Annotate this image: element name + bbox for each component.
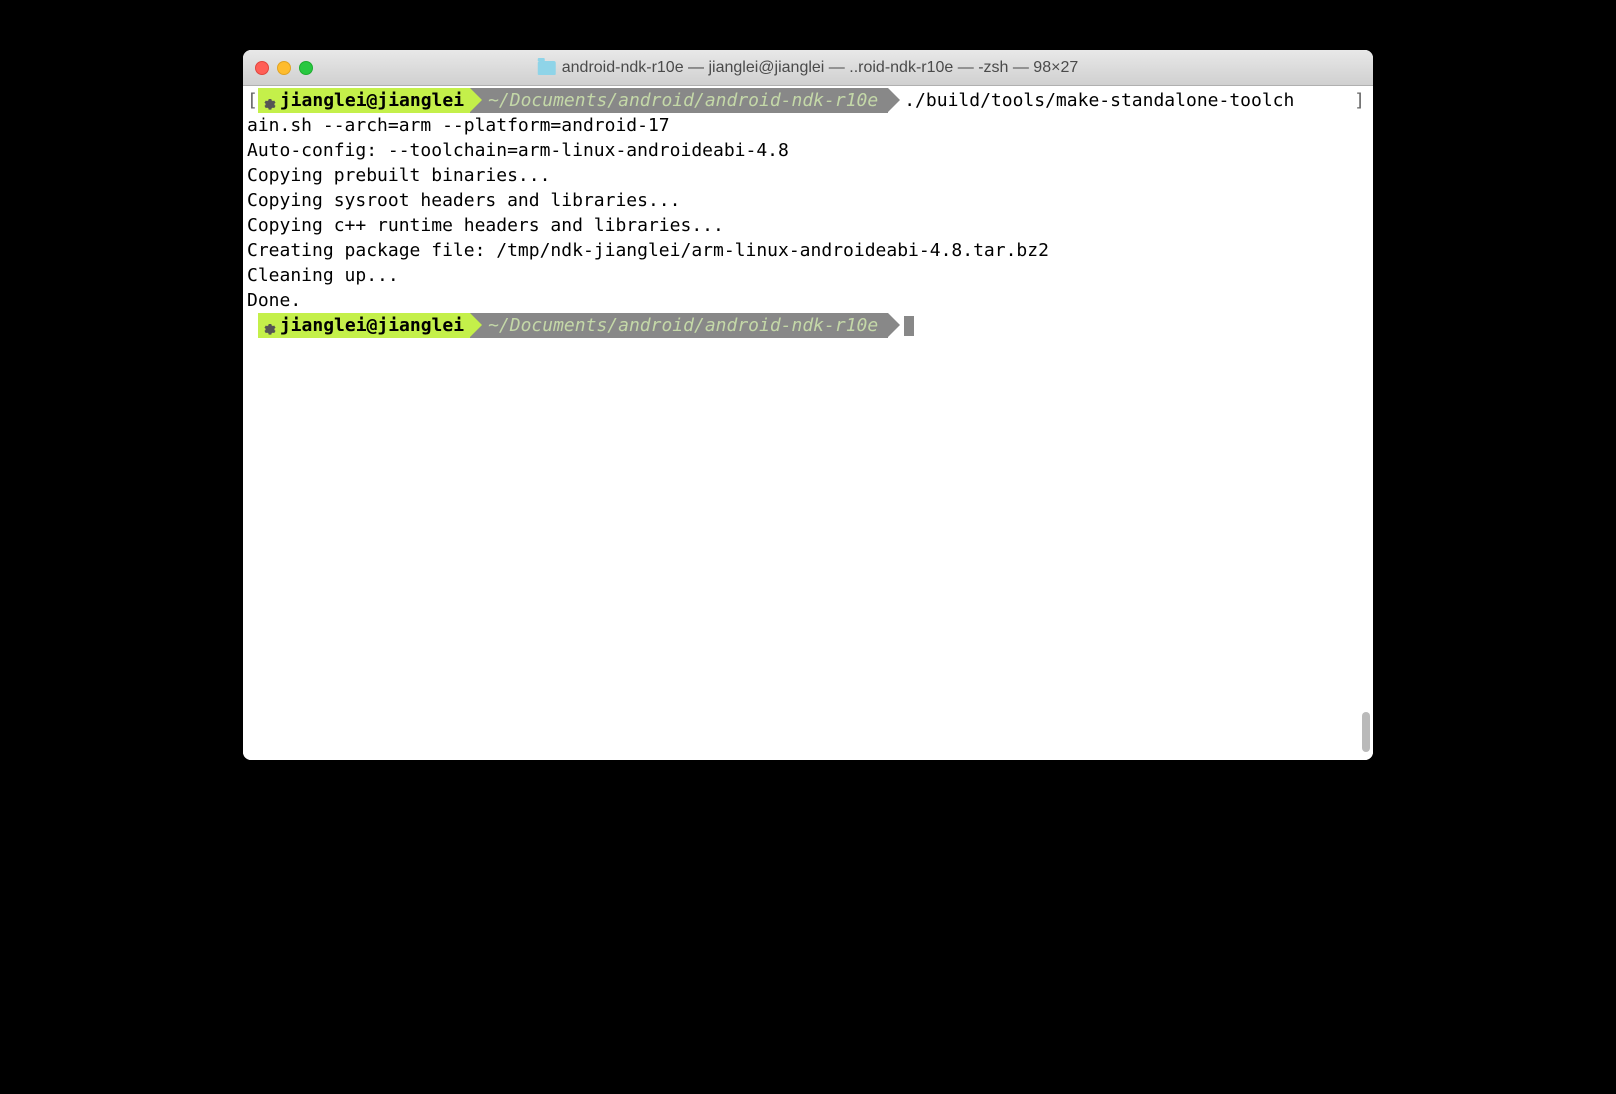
prompt-user-text: jianglei@jianglei	[280, 313, 464, 338]
prompt-user-segment: jianglei@jianglei	[258, 313, 470, 338]
window-title: android-ndk-r10e — jianglei@jianglei — .…	[538, 59, 1079, 77]
output-line: Cleaning up...	[247, 263, 1369, 288]
bracket-open: [	[247, 88, 258, 113]
prompt-line-1: [ jianglei@jianglei ~/Documents/android/…	[247, 88, 1369, 113]
output-line: Auto-config: --toolchain=arm-linux-andro…	[247, 138, 1369, 163]
traffic-lights	[255, 61, 313, 75]
prompt-path-segment: ~/Documents/android/android-ndk-r10e	[470, 88, 888, 113]
titlebar[interactable]: android-ndk-r10e — jianglei@jianglei — .…	[243, 50, 1373, 86]
terminal-content[interactable]: [ jianglei@jianglei ~/Documents/android/…	[243, 86, 1373, 760]
prompt-path-text: ~/Documents/android/android-ndk-r10e	[488, 90, 878, 111]
bracket-open	[247, 313, 258, 338]
prompt-user-text: jianglei@jianglei	[280, 88, 464, 113]
command-text: ./build/tools/make-standalone-toolch	[904, 88, 1294, 113]
gear-icon	[262, 318, 278, 334]
bracket-close: ]	[1354, 88, 1365, 113]
output-line: Done.	[247, 288, 1369, 313]
cursor	[904, 316, 914, 336]
scrollbar-thumb[interactable]	[1362, 712, 1370, 752]
window-title-text: android-ndk-r10e — jianglei@jianglei — .…	[562, 59, 1079, 77]
output-line: Copying sysroot headers and libraries...	[247, 188, 1369, 213]
output-line: Creating package file: /tmp/ndk-jianglei…	[247, 238, 1369, 263]
gear-icon	[262, 93, 278, 109]
maximize-button[interactable]	[299, 61, 313, 75]
prompt-line-2: jianglei@jianglei ~/Documents/android/an…	[247, 313, 1369, 338]
prompt-user-segment: jianglei@jianglei	[258, 88, 470, 113]
prompt-path-text: ~/Documents/android/android-ndk-r10e	[488, 315, 878, 336]
terminal-window: android-ndk-r10e — jianglei@jianglei — .…	[243, 50, 1373, 760]
output-line: Copying c++ runtime headers and librarie…	[247, 213, 1369, 238]
prompt-path-segment: ~/Documents/android/android-ndk-r10e	[470, 313, 888, 338]
output-line: ain.sh --arch=arm --platform=android-17	[247, 113, 1369, 138]
output-line: Copying prebuilt binaries...	[247, 163, 1369, 188]
folder-icon	[538, 61, 556, 75]
close-button[interactable]	[255, 61, 269, 75]
minimize-button[interactable]	[277, 61, 291, 75]
